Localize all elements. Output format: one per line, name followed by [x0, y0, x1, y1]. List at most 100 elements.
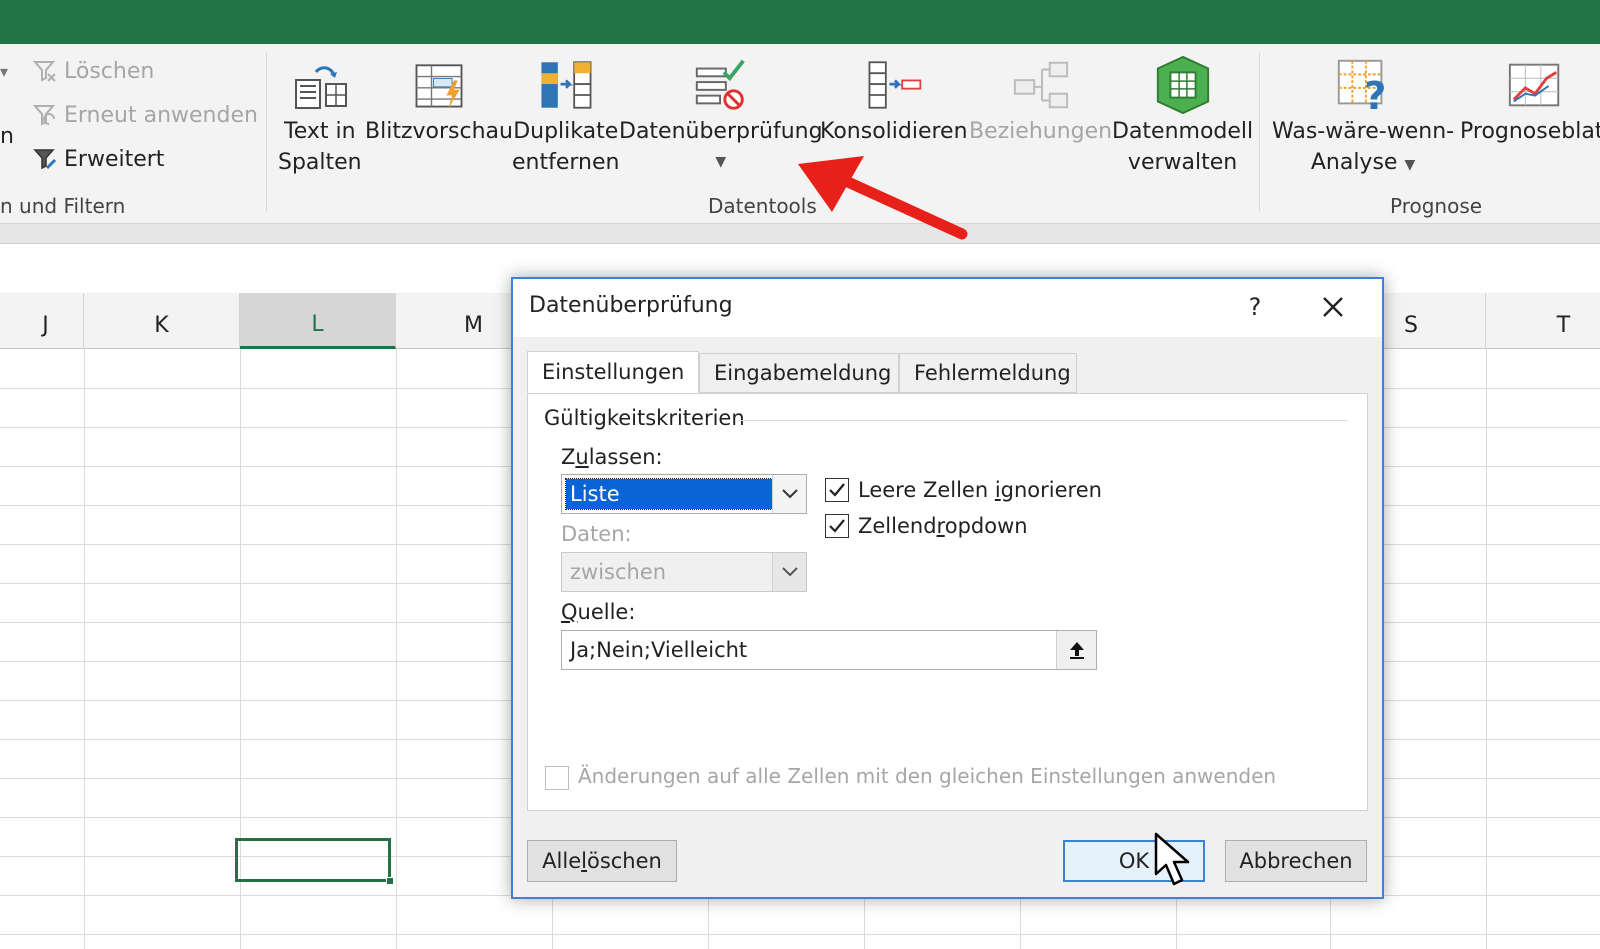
tab-error-alert[interactable]: Fehlermeldung: [899, 353, 1077, 393]
data-select[interactable]: zwischen: [561, 552, 807, 592]
group-separator: [266, 52, 267, 212]
ignore-blank-checkbox[interactable]: [825, 478, 849, 502]
sort-filter-group-label: n und Filtern: [0, 194, 126, 218]
chevron-down-icon: [781, 567, 798, 577]
data-validation-dialog: Datenüberprüfung ? Einstellungen Eingabe…: [511, 277, 1384, 899]
column-header-j[interactable]: J: [0, 293, 84, 349]
checkmark-icon: [829, 519, 845, 533]
forecast-group-label: Prognose: [1390, 194, 1483, 218]
clear-filter-label: Löschen: [64, 58, 155, 84]
data-label: Daten:: [561, 522, 632, 546]
text-to-columns-icon: [290, 54, 350, 116]
grid-line: [396, 349, 397, 949]
remove-duplicates-line1: Duplikate: [513, 119, 619, 144]
text-to-columns-button[interactable]: Text in Spalten: [278, 54, 362, 178]
grid-line: [84, 349, 85, 949]
consolidate-label: Konsolidieren: [820, 119, 968, 144]
data-model-line2: verwalten: [1127, 150, 1238, 175]
upload-arrow-icon: [1069, 642, 1084, 659]
svg-text:?: ?: [1364, 74, 1386, 116]
in-cell-dropdown-label: Zellendropdown: [858, 514, 1028, 538]
fill-handle[interactable]: [386, 877, 394, 885]
data-validation-icon: [691, 54, 751, 116]
group-separator: [1259, 52, 1260, 212]
cancel-button[interactable]: Abbrechen: [1225, 840, 1367, 882]
text-to-columns-line1: Text in: [284, 119, 356, 144]
funnel-fragment-icon: ▾: [0, 61, 9, 81]
reapply-filter-icon: [30, 100, 60, 130]
apply-to-all-checkbox[interactable]: [545, 766, 569, 790]
what-if-line1: Was-wäre-wenn-: [1272, 119, 1455, 144]
flash-fill-icon: [409, 54, 469, 116]
chevron-down-icon: [781, 489, 798, 499]
forecast-sheet-icon: [1506, 54, 1566, 116]
data-validation-label: Datenüberprüfung: [619, 119, 823, 144]
dialog-titlebar[interactable]: Datenüberprüfung ?: [513, 279, 1382, 337]
remove-duplicates-button[interactable]: Duplikate entfernen: [512, 54, 619, 178]
column-header-k-label: K: [154, 313, 169, 338]
advanced-filter-button[interactable]: Erweitert: [30, 142, 164, 176]
collapse-dialog-button[interactable]: [1056, 631, 1096, 669]
column-header-l[interactable]: L: [240, 293, 396, 349]
section-divider: [738, 420, 1348, 421]
title-bar: [0, 0, 1600, 44]
reapply-filter-button[interactable]: Erneut anwenden: [30, 98, 258, 132]
settings-panel: Gültigkeitskriterien Zulassen: Liste Dat…: [527, 393, 1368, 811]
advanced-filter-label: Erweitert: [64, 146, 165, 172]
close-icon: [1323, 297, 1343, 317]
remove-duplicates-line2: entfernen: [512, 150, 620, 175]
relationships-label: Beziehungen: [969, 119, 1113, 144]
active-cell[interactable]: [235, 838, 394, 885]
mouse-pointer-icon: [1154, 832, 1190, 886]
column-header-t[interactable]: T: [1486, 293, 1600, 349]
data-model-line1: Datenmodell: [1112, 119, 1254, 144]
in-cell-dropdown-checkbox[interactable]: [825, 514, 849, 538]
data-select-value: zwischen: [570, 560, 667, 584]
what-if-analysis-button[interactable]: ? Was-wäre-wenn- Analyse ▼: [1272, 54, 1454, 181]
column-header-k[interactable]: K: [84, 293, 240, 349]
flash-fill-button[interactable]: Blitzvorschau: [365, 54, 513, 147]
ignore-blank-label: Leere Zellen ignorieren: [858, 478, 1102, 502]
allow-select-value: Liste: [565, 478, 773, 510]
annotation-arrow-icon: [798, 156, 968, 240]
reapply-filter-label: Erneut anwenden: [64, 102, 258, 128]
checkmark-icon: [829, 483, 845, 497]
allow-dropdown-button[interactable]: [772, 475, 806, 513]
what-if-line2: Analyse ▼: [1310, 150, 1416, 175]
text-to-columns-line2: Spalten: [278, 150, 362, 175]
remove-duplicates-icon: [536, 54, 596, 116]
source-input[interactable]: Ja;Nein;Vielleicht: [561, 630, 1097, 670]
what-if-icon: ?: [1333, 54, 1393, 116]
relationships-icon: [1011, 54, 1071, 116]
dialog-title: Datenüberprüfung: [529, 293, 733, 318]
consolidate-button[interactable]: Konsolidieren: [820, 54, 968, 147]
manage-data-model-button[interactable]: Datenmodell verwalten: [1112, 54, 1253, 178]
flash-fill-label: Blitzvorschau: [365, 119, 513, 144]
column-header-l-label: L: [311, 312, 324, 337]
apply-to-all-label: Änderungen auf alle Zellen mit den gleic…: [578, 764, 1277, 788]
clear-filter-button[interactable]: Löschen: [30, 54, 154, 88]
column-header-m-label: M: [464, 313, 483, 338]
filter-dropdown-fragment[interactable]: ▾: [0, 54, 8, 88]
close-button[interactable]: [1313, 287, 1353, 327]
relationships-button[interactable]: Beziehungen: [969, 54, 1112, 147]
source-label: Quelle:: [561, 600, 636, 624]
forecast-sheet-label: Prognoseblatt: [1460, 119, 1600, 144]
partial-command-label: n: [0, 124, 14, 149]
clear-all-button[interactable]: Alle l öschen: [527, 840, 677, 882]
consolidate-icon: [864, 54, 924, 116]
tab-input-message[interactable]: Eingabemeldung: [699, 353, 899, 393]
advanced-filter-icon: [30, 144, 60, 174]
forecast-sheet-button[interactable]: Prognoseblatt: [1460, 54, 1600, 147]
data-dropdown-button[interactable]: [772, 553, 806, 591]
criteria-section-title: Gültigkeitskriterien: [544, 406, 745, 430]
source-input-value: Ja;Nein;Vielleicht: [570, 638, 748, 662]
data-model-icon: [1153, 54, 1213, 116]
column-header-j-label: J: [42, 313, 49, 338]
column-header-s-label: S: [1404, 313, 1418, 338]
data-validation-dropdown-caret[interactable]: ▼: [715, 147, 726, 178]
allow-select[interactable]: Liste: [561, 474, 807, 514]
help-button[interactable]: ?: [1235, 287, 1275, 327]
tab-settings[interactable]: Einstellungen: [527, 351, 699, 393]
grid-line: [1486, 349, 1487, 949]
